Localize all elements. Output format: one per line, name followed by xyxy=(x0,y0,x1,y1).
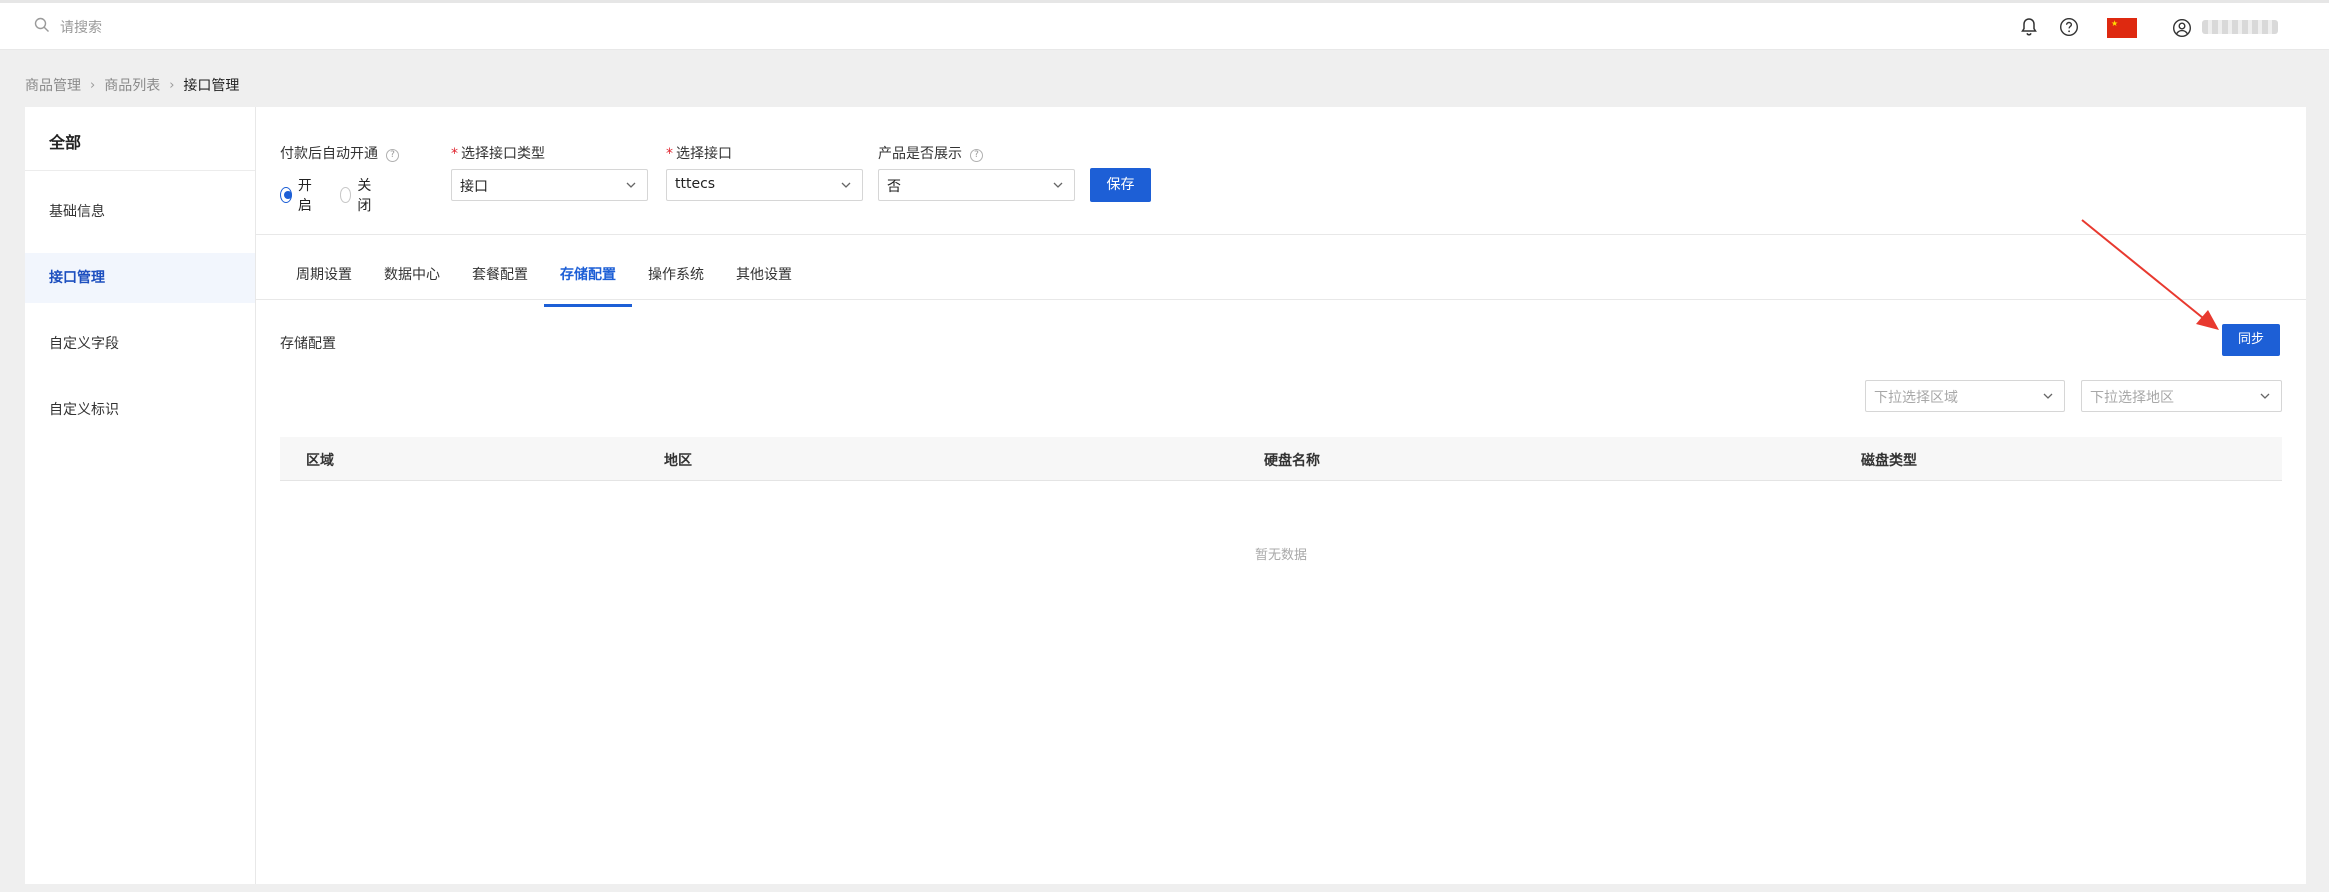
radio-unchecked-icon[interactable] xyxy=(339,187,352,203)
left-menu: 全部 基础信息 接口管理 自定义字段 自定义标识 xyxy=(25,107,256,884)
show-product-value: 否 xyxy=(887,179,901,195)
empty-state: 暂无数据 xyxy=(1254,548,1307,563)
column-header-disk-type: 磁盘类型 xyxy=(1861,453,1917,469)
breadcrumb-separator: › xyxy=(169,77,175,93)
area-select-placeholder: 下拉选择区域 xyxy=(1874,390,1958,406)
breadcrumb-item-product-list[interactable]: 商品列表 xyxy=(104,75,160,95)
column-header-disk-name: 硬盘名称 xyxy=(1264,453,1320,469)
interface-type-value: 接口 xyxy=(460,179,488,195)
radio-enable-label: 开启 xyxy=(297,178,312,214)
show-product-label: 产品是否展示? xyxy=(878,143,983,163)
search-input[interactable]: 请搜索 xyxy=(60,17,102,37)
sidebar-item-basic-info[interactable]: 基础信息 xyxy=(25,187,255,237)
show-product-select[interactable]: 否 xyxy=(878,169,1075,201)
interface-type-label: * 选择接口类型 xyxy=(451,143,545,163)
interface-type-select[interactable]: 接口 xyxy=(451,169,648,201)
breadcrumb-item-products[interactable]: 商品管理 xyxy=(25,75,81,95)
auto-open-group: 付款后自动开通? 开启 关闭 xyxy=(280,143,399,215)
chevron-down-icon xyxy=(840,179,852,195)
sidebar-title: 全部 xyxy=(25,107,255,171)
top-bar: 请搜索 ★ xyxy=(0,0,2329,50)
main-panel: 付款后自动开通? 开启 关闭 * 选择接口类型 接口 * 选择接口 tttecs 产… xyxy=(256,107,2306,884)
storage-section-title: 存储配置 xyxy=(280,336,336,352)
tabs-divider xyxy=(256,299,2306,300)
chevron-down-icon xyxy=(2042,390,2054,406)
radio-checked-icon[interactable] xyxy=(280,187,292,203)
show-product-label-text: 产品是否展示 xyxy=(878,146,962,162)
interface-group: * 选择接口 xyxy=(666,143,732,163)
auto-open-radio-group: 开启 关闭 xyxy=(280,175,399,215)
divider xyxy=(256,234,2306,235)
required-mark: * xyxy=(666,146,673,162)
help-icon[interactable] xyxy=(2059,17,2079,41)
storage-table: 区域 地区 硬盘名称 磁盘类型 暂无数据 xyxy=(280,437,2282,563)
interface-value: tttecs xyxy=(675,176,716,192)
username-blurred[interactable] xyxy=(2202,20,2278,34)
show-product-group: 产品是否展示? xyxy=(878,143,983,163)
search-icon xyxy=(34,17,50,37)
column-header-region: 地区 xyxy=(664,453,692,469)
user-icon[interactable] xyxy=(2172,18,2192,42)
interface-label: * 选择接口 xyxy=(666,143,732,163)
chevron-down-icon xyxy=(2259,390,2271,406)
auto-open-label: 付款后自动开通? xyxy=(280,143,399,163)
save-button[interactable]: 保存 xyxy=(1090,168,1151,202)
sidebar-item-custom-fields[interactable]: 自定义字段 xyxy=(25,319,255,369)
help-icon[interactable]: ? xyxy=(970,149,983,162)
radio-disable-label: 关闭 xyxy=(357,178,372,214)
sidebar-item-interface-management[interactable]: 接口管理 xyxy=(25,253,255,303)
chevron-down-icon xyxy=(1052,179,1064,195)
column-header-area: 区域 xyxy=(306,453,334,469)
interface-type-group: * 选择接口类型 xyxy=(451,143,545,163)
region-select-placeholder: 下拉选择地区 xyxy=(2090,390,2174,406)
interface-label-text: 选择接口 xyxy=(676,146,732,162)
sidebar-item-custom-tags[interactable]: 自定义标识 xyxy=(25,385,255,435)
auto-open-label-text: 付款后自动开通 xyxy=(280,146,378,162)
interface-select[interactable]: tttecs xyxy=(666,169,863,201)
sync-button[interactable]: 同步 xyxy=(2222,324,2280,356)
breadcrumb: 商品管理 › 商品列表 › 接口管理 xyxy=(25,75,239,95)
required-mark: * xyxy=(451,146,458,162)
radio-enable[interactable]: 开启 xyxy=(280,175,318,215)
china-flag-icon[interactable]: ★ xyxy=(2107,18,2137,38)
chevron-down-icon xyxy=(625,179,637,195)
flag-star: ★ xyxy=(2111,19,2119,28)
help-icon[interactable]: ? xyxy=(386,149,399,162)
breadcrumb-item-current: 接口管理 xyxy=(183,78,240,94)
area-select[interactable]: 下拉选择区域 xyxy=(1865,380,2065,412)
global-search[interactable]: 请搜索 xyxy=(34,17,102,37)
breadcrumb-separator: › xyxy=(90,77,96,93)
radio-disable[interactable]: 关闭 xyxy=(339,175,378,215)
region-select[interactable]: 下拉选择地区 xyxy=(2081,380,2282,412)
bell-icon[interactable] xyxy=(2020,17,2038,41)
table-header: 区域 地区 硬盘名称 磁盘类型 xyxy=(280,437,2282,481)
interface-type-label-text: 选择接口类型 xyxy=(461,146,545,162)
